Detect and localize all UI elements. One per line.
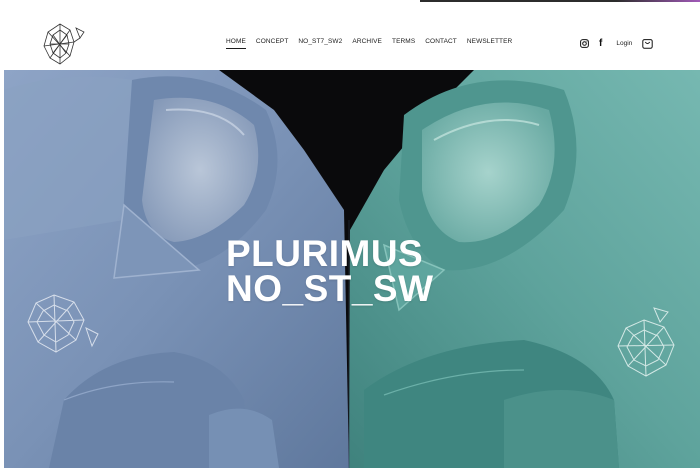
logo[interactable] xyxy=(40,22,88,68)
shopping-bag-icon[interactable] xyxy=(642,38,653,49)
login-link[interactable]: Login xyxy=(616,40,632,47)
hero-title-line-2: NO_ST_SW xyxy=(226,268,434,309)
hero-title: PLURIMUS NO_ST_SW xyxy=(226,233,506,309)
nav-no-st7-sw2[interactable]: NO_ST7_SW2 xyxy=(298,38,342,45)
logo-icon xyxy=(43,23,85,65)
site-header: HOME CONCEPT NO_ST7_SW2 ARCHIVE TERMS CO… xyxy=(0,2,700,70)
nav-newsletter[interactable]: NEWSLETTER xyxy=(467,38,512,45)
facebook-icon[interactable]: f xyxy=(599,38,602,49)
nav-terms[interactable]: TERMS xyxy=(392,38,415,45)
nav-contact[interactable]: CONTACT xyxy=(425,38,457,45)
hero-title-line-1: PLURIMUS xyxy=(226,233,424,274)
header-actions: f Login xyxy=(580,38,653,49)
instagram-icon[interactable] xyxy=(580,39,589,48)
main-nav: HOME CONCEPT NO_ST7_SW2 ARCHIVE TERMS CO… xyxy=(226,38,512,49)
nav-archive[interactable]: ARCHIVE xyxy=(352,38,382,45)
hero-banner: PLURIMUS NO_ST_SW xyxy=(4,70,700,468)
nav-home[interactable]: HOME xyxy=(226,38,246,49)
nav-concept[interactable]: CONCEPT xyxy=(256,38,288,45)
